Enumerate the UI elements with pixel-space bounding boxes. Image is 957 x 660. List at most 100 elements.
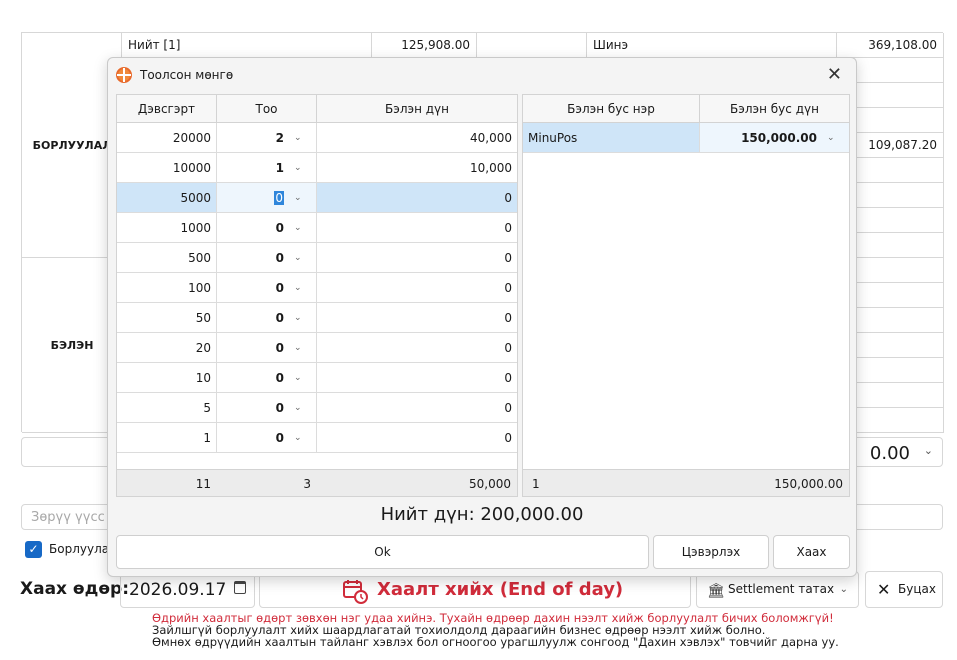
chevron-down-icon[interactable]: ⌄ [294,403,316,413]
count-cell-editing[interactable]: 0 ⌄ [217,183,317,212]
table-row-selected[interactable]: 5000 0 ⌄ 0 [117,183,517,213]
amount-cell: 0 [317,183,517,212]
chevron-down-icon[interactable]: ⌄ [294,253,316,263]
chevron-down-icon[interactable]: ⌄ [294,433,316,443]
table-row[interactable]: 10 0 ⌄ 0 [117,363,517,393]
header-denomination[interactable]: Дэвсгэрт [117,95,217,123]
count-cell[interactable]: 0 ⌄ [217,303,317,332]
count-value: 1 [275,160,284,175]
amount-cell: 0 [504,400,512,415]
count-cell[interactable]: 0 ⌄ [217,243,317,272]
count-cell[interactable]: 0 ⌄ [217,273,317,302]
denomination-cell: 10 [117,363,217,392]
count-input[interactable]: 0 [274,190,284,205]
footer-amount-total: 50,000 [469,476,511,491]
table-row[interactable]: 20 0 ⌄ 0 [117,333,517,363]
amount-cell: 10,000 [470,160,512,175]
amount-cell: 0 [504,250,512,265]
chevron-down-icon[interactable]: ⌄ [294,193,316,203]
app-logo-icon [116,67,132,83]
count-value: 0 [275,400,284,415]
noncash-grid-footer: 1 150,000.00 [523,469,849,496]
chevron-down-icon[interactable]: ⌄ [827,133,849,143]
table-row-selected[interactable]: MinuPos 150,000.00 ⌄ [523,123,849,153]
denomination-cell: 50 [117,303,217,332]
amount-cell: 0 [504,430,512,445]
header-noncash-amount[interactable]: Бэлэн бус дүн [700,95,849,123]
denomination-cell: 20 [117,333,217,362]
calendar-clock-icon [343,580,368,604]
header-count[interactable]: Тоо [217,95,317,123]
table-row[interactable]: 1000 0 ⌄ 0 [117,213,517,243]
count-cell[interactable]: 1 ⌄ [217,153,317,182]
calendar-icon[interactable] [234,581,246,594]
cash-grid-header: Дэвсгэрт Тоо Бэлэн дүн [117,95,517,123]
noncash-amount-value: 150,000.00 [741,130,817,145]
close-icon: ✕ [877,580,891,599]
bank-icon: 🏛 [707,583,725,599]
count-value: 2 [275,130,284,145]
chevron-down-icon: ⌄ [923,444,933,457]
clear-button[interactable]: Цэвэрлэх [653,535,769,569]
table-row[interactable]: 500 0 ⌄ 0 [117,243,517,273]
count-cell[interactable]: 0 ⌄ [217,213,317,242]
count-cell[interactable]: 0 ⌄ [217,423,317,452]
denomination-cell: 500 [117,243,217,272]
count-value: 0 [275,250,284,265]
count-cell[interactable]: 0 ⌄ [217,393,317,422]
amount-cell: 0 [504,220,512,235]
summary-total-amount: 125,908.00 [372,33,477,58]
dialog-titlebar: Тоолсон мөнгө ✕ [108,58,856,92]
count-value: 0 [275,220,284,235]
table-row[interactable]: 100 0 ⌄ 0 [117,273,517,303]
chevron-down-icon[interactable]: ⌄ [294,283,316,293]
close-date-label: Хаах өдөр: [20,579,129,599]
cash-grid-footer: 11 3 50,000 [117,469,517,496]
count-value: 0 [275,310,284,325]
count-value: 0 [275,430,284,445]
count-value: 0 [275,340,284,355]
header-noncash-name[interactable]: Бэлэн бус нэр [523,95,700,123]
noncash-name-cell: MinuPos [523,123,700,152]
footer-noncash-count: 1 [532,476,540,491]
chevron-down-icon[interactable]: ⌄ [294,313,316,323]
table-row[interactable]: 1 0 ⌄ 0 [117,423,517,453]
denomination-cell: 1000 [117,213,217,242]
noncash-grid: Бэлэн бус нэр Бэлэн бус дүн MinuPos 150,… [522,94,850,497]
count-cell[interactable]: 2 ⌄ [217,123,317,152]
chevron-down-icon[interactable]: ⌄ [294,223,316,233]
summary-new-amount: 369,108.00 [837,33,944,58]
noncash-amount-cell[interactable]: 150,000.00 ⌄ [700,123,849,152]
count-cell[interactable]: 0 ⌄ [217,363,317,392]
footer-noncash-total: 150,000.00 [774,476,843,491]
close-icon[interactable]: ✕ [827,64,842,85]
cash-grid: Дэвсгэрт Тоо Бэлэн дүн 20000 2 ⌄ 40,000 1… [116,94,518,497]
chevron-down-icon[interactable]: ⌄ [294,133,316,143]
close-button[interactable]: Хаах [773,535,850,569]
header-cash-amount[interactable]: Бэлэн дүн [317,95,517,123]
noncash-grid-header: Бэлэн бус нэр Бэлэн бус дүн [523,95,849,123]
chevron-down-icon[interactable]: ⌄ [294,343,316,353]
denomination-cell: 1 [117,423,217,452]
difference-value: 0.00 [869,443,910,464]
info-message: Өмнөх өдрүүдийн хаалтын тайланг хэвлэх б… [152,635,839,649]
count-value: 0 [275,280,284,295]
chevron-down-icon[interactable]: ⌄ [294,373,316,383]
table-row[interactable]: 5 0 ⌄ 0 [117,393,517,423]
back-button[interactable]: ✕ Буцах [865,571,943,608]
amount-cell: 40,000 [470,130,512,145]
sales-checkbox[interactable]: ✓ [25,541,42,558]
table-row[interactable]: 20000 2 ⌄ 40,000 [117,123,517,153]
summary-total-label: Нийт [1] [122,33,372,58]
count-cell[interactable]: 0 ⌄ [217,333,317,362]
amount-cell: 0 [504,370,512,385]
chevron-down-icon[interactable]: ⌄ [294,163,316,173]
chevron-down-icon: ⌄ [839,584,848,595]
table-row[interactable]: 10000 1 ⌄ 10,000 [117,153,517,183]
ok-button[interactable]: Ok [116,535,649,569]
back-label: Буцах [898,582,936,596]
table-row[interactable]: 50 0 ⌄ 0 [117,303,517,333]
summary-new-label: Шинэ [587,33,837,58]
footer-row-count: 11 [195,476,211,491]
denomination-cell: 20000 [117,123,217,152]
